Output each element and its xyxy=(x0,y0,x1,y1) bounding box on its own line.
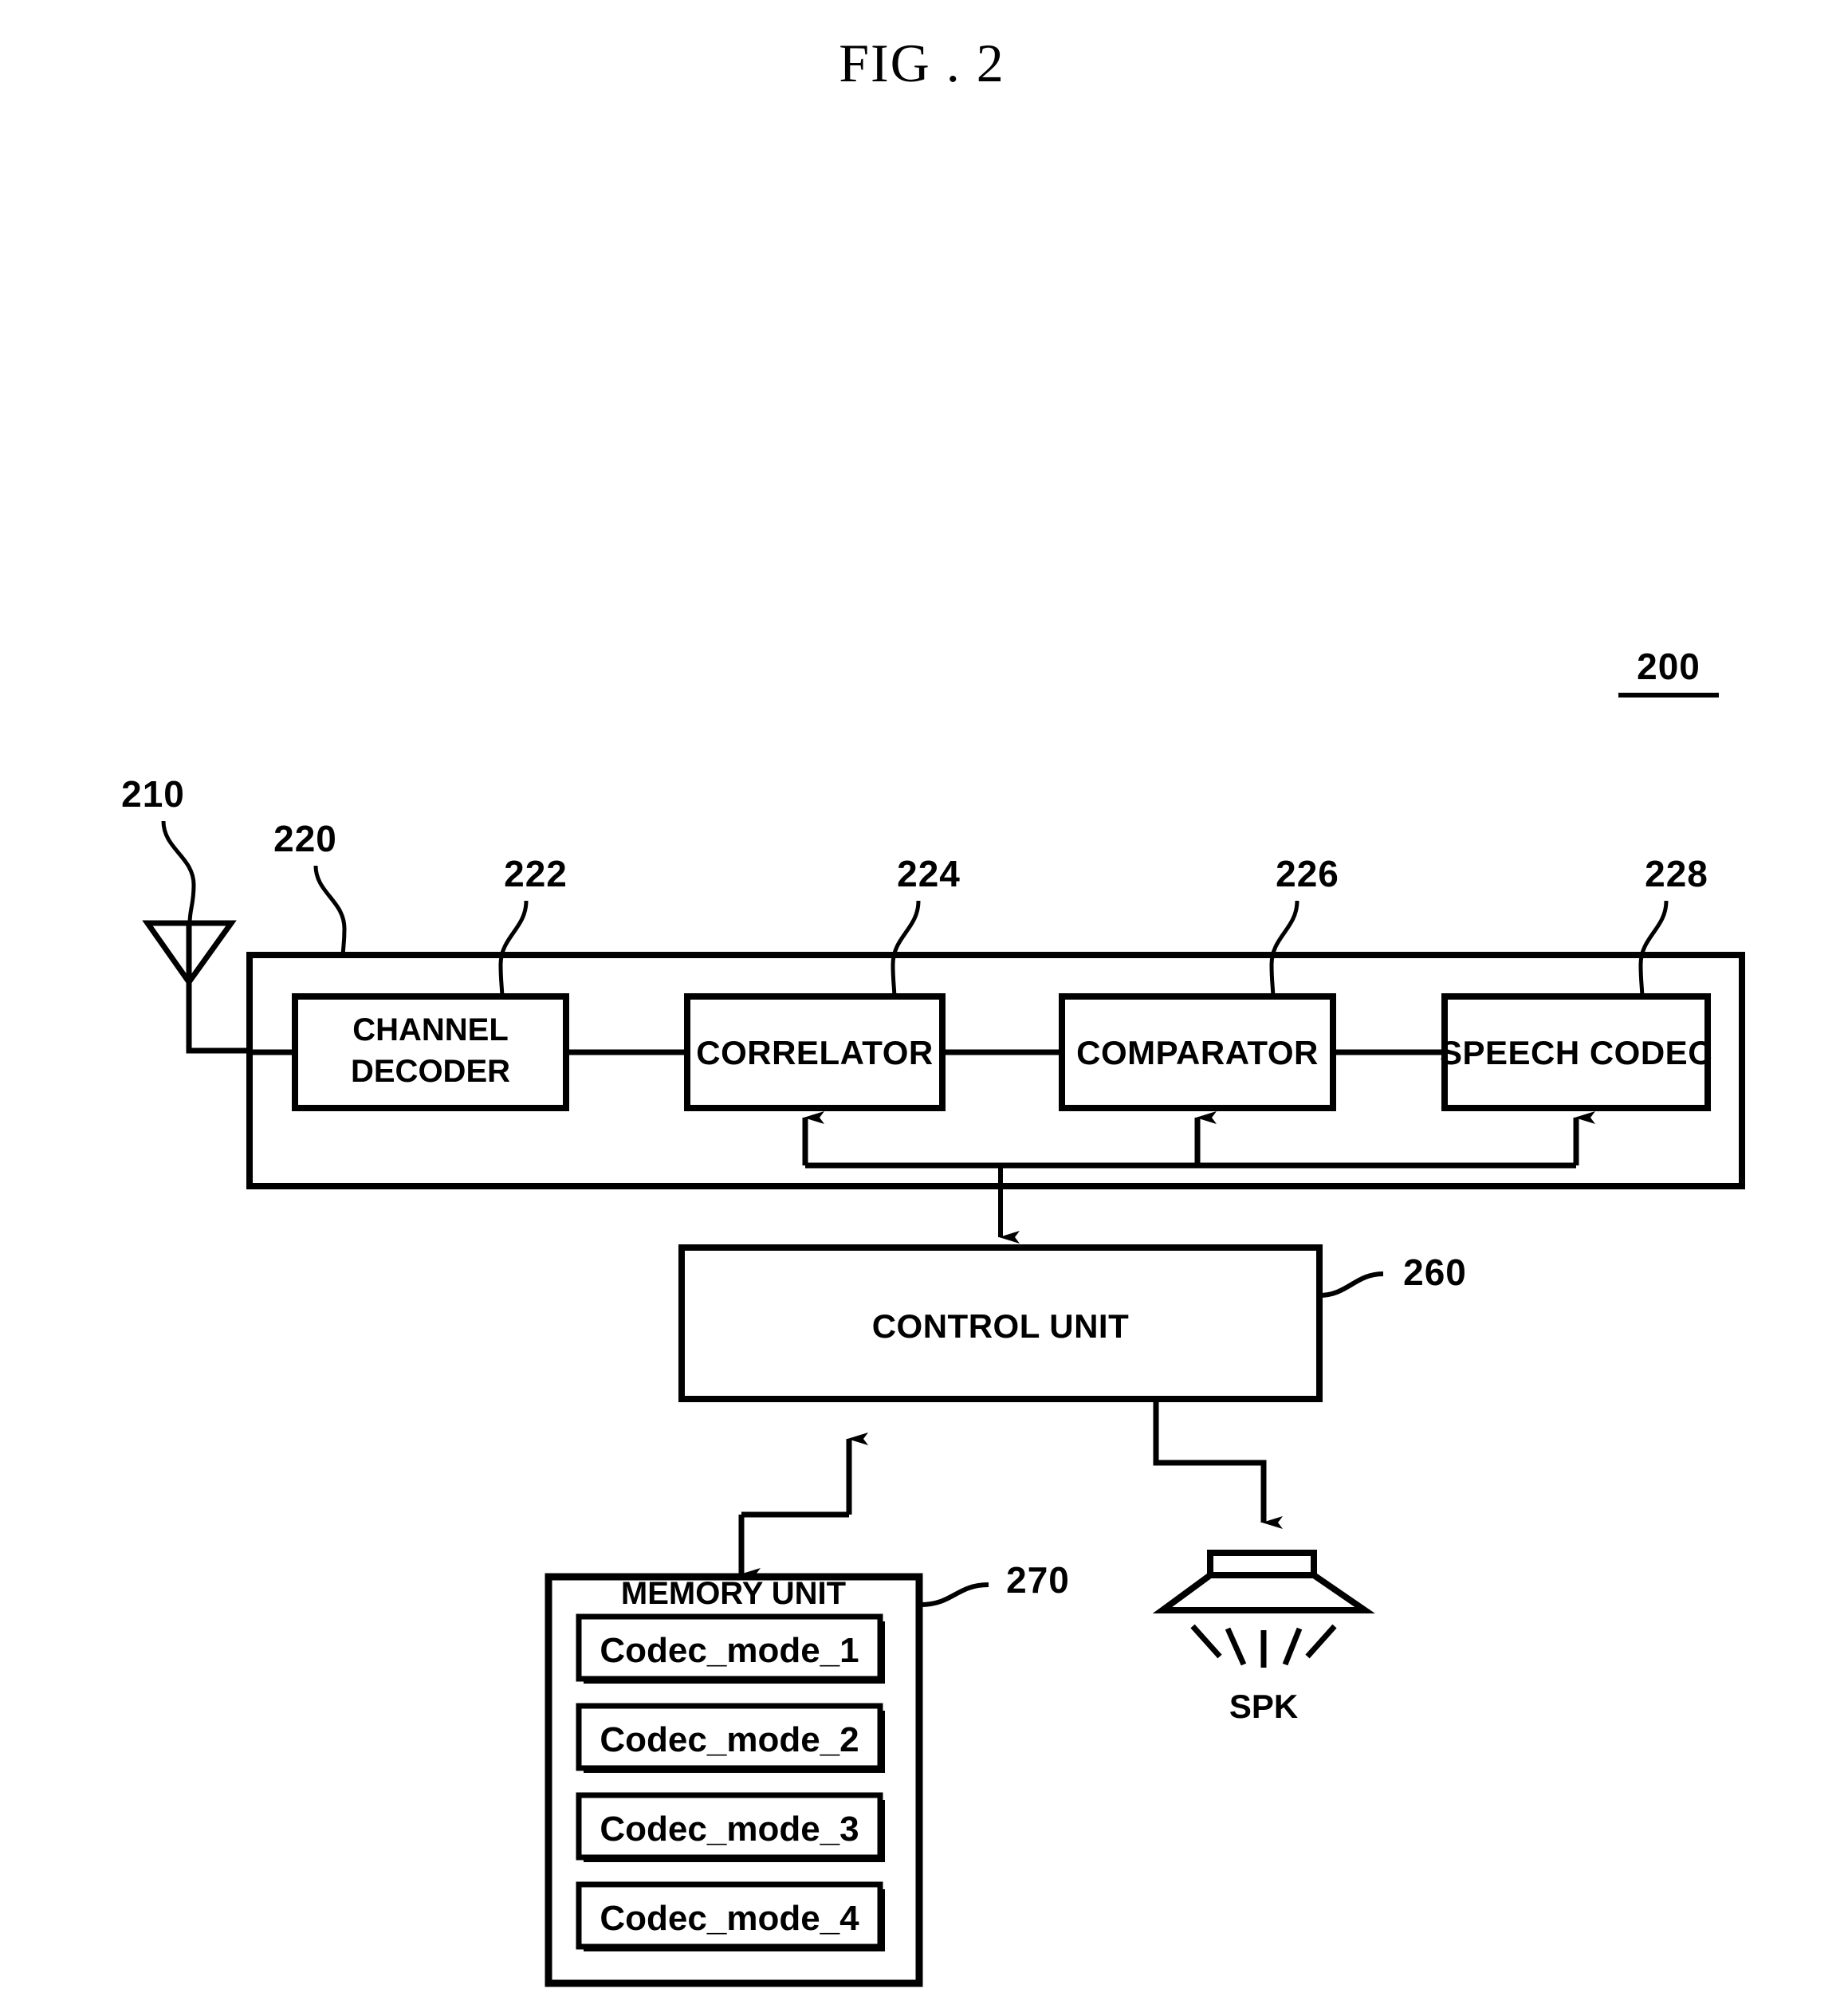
memory-unit-group: MEMORY UNIT Codec_mode_1 Codec_mode_2 Co… xyxy=(545,1559,1070,1987)
channel-decoder-label-line2: DECODER xyxy=(351,1054,510,1089)
ref-260-leader xyxy=(1319,1271,1384,1298)
codec-mode-1-label: Codec_mode_1 xyxy=(600,1631,859,1670)
speaker-top-plate xyxy=(1207,1550,1317,1578)
channel-decoder-label-line1: CHANNEL xyxy=(352,1012,509,1047)
correlator-label: CORRELATOR xyxy=(696,1034,933,1071)
speaker-sound-line xyxy=(1190,1624,1222,1659)
control-to-speaker-line xyxy=(1153,1399,1283,1529)
ref-200: 200 xyxy=(1637,646,1700,687)
codec-mode-3-label: Codec_mode_3 xyxy=(600,1810,859,1849)
ref-220: 220 xyxy=(273,818,337,859)
ref-222: 222 xyxy=(504,853,568,894)
control-unit-label: CONTROL UNIT xyxy=(872,1307,1130,1345)
control-speaker-link xyxy=(1153,1399,1283,1529)
speaker-cone-icon xyxy=(1152,1572,1375,1613)
ref-260: 260 xyxy=(1403,1252,1467,1293)
speech-codec-label: SPEECH CODEC xyxy=(1440,1034,1712,1071)
ref-210: 210 xyxy=(121,773,185,815)
ref-228: 228 xyxy=(1645,853,1708,894)
codec-mode-entry[interactable]: Codec_mode_4 xyxy=(576,1881,885,1951)
speaker-label: SPK xyxy=(1229,1688,1298,1725)
ref-226: 226 xyxy=(1276,853,1339,894)
ref-270-leader xyxy=(920,1582,989,1607)
codec-mode-entry[interactable]: Codec_mode_2 xyxy=(576,1703,885,1773)
ref-270: 270 xyxy=(1006,1559,1070,1601)
speaker-group: SPK xyxy=(1152,1550,1375,1725)
memory-unit-title: MEMORY UNIT xyxy=(621,1576,846,1611)
control-memory-link xyxy=(738,1432,868,1581)
speaker-sound-line xyxy=(1225,1627,1247,1666)
control-unit-group: CONTROL UNIT 260 xyxy=(678,1244,1467,1402)
figure-root: FIG . 2 200 210 220 222 CHANNEL DECODER … xyxy=(0,0,1844,2016)
ref-200-group: 200 xyxy=(1618,646,1719,698)
speaker-sound-line xyxy=(1305,1624,1337,1659)
codec-mode-4-label: Codec_mode_4 xyxy=(600,1899,859,1938)
codec-mode-entry[interactable]: Codec_mode_3 xyxy=(576,1792,885,1862)
block-diagram: 200 210 220 222 CHANNEL DECODER 224 CORR… xyxy=(121,646,1745,1987)
comparator-label: COMPARATOR xyxy=(1076,1034,1319,1071)
codec-mode-2-label: Codec_mode_2 xyxy=(600,1720,859,1759)
ref-224: 224 xyxy=(897,853,961,894)
ref-210-leader xyxy=(161,820,196,924)
ref-220-leader xyxy=(313,865,347,959)
codec-mode-entry[interactable]: Codec_mode_1 xyxy=(576,1613,885,1684)
speaker-sound-line xyxy=(1282,1627,1303,1666)
